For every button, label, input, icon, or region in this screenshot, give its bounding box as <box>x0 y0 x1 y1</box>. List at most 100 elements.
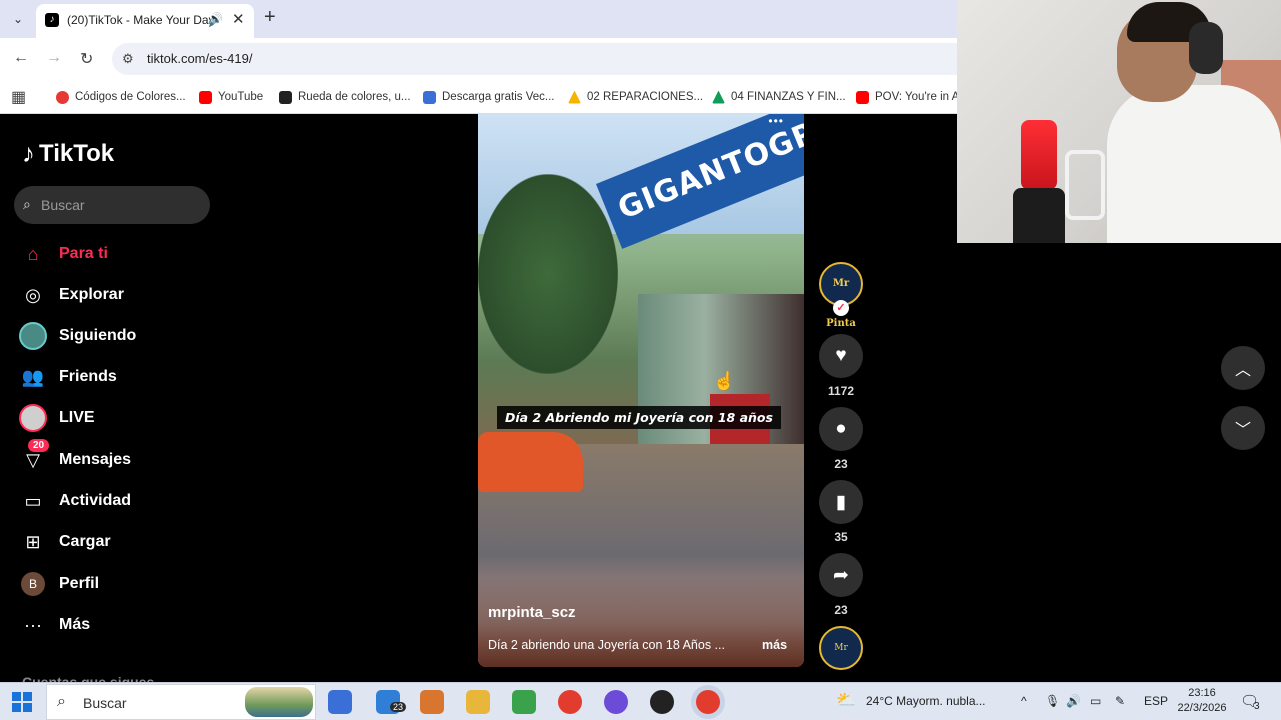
nav-item-friends[interactable]: 👥 Friends <box>18 362 117 392</box>
bookmark-label: Rueda de colores, u... <box>298 91 411 103</box>
youtube-icon <box>199 90 212 104</box>
nav-label: Perfil <box>59 575 100 592</box>
media-player-icon[interactable] <box>420 690 444 714</box>
activity-icon: ▭ <box>24 490 42 511</box>
chat-app-icon[interactable] <box>604 690 628 714</box>
previous-video-button[interactable]: ︿ <box>1221 346 1265 390</box>
bookmarks-bar: ▦ Códigos de Colores... YouTube Rueda de… <box>0 80 959 114</box>
nav-label: Mensajes <box>59 451 132 468</box>
screen: ⌄ ♪ (20)TikTok - Make Your Day 🔊 ✕ + ← →… <box>0 0 1281 720</box>
reload-icon[interactable]: ↻ <box>80 49 93 69</box>
obs-icon[interactable] <box>650 690 674 714</box>
mail-icon[interactable]: 23 <box>376 690 407 714</box>
bookmark-item[interactable]: YouTube <box>199 87 263 107</box>
following-check-icon[interactable]: ✓ <box>833 300 849 316</box>
search-highlight-image[interactable] <box>245 687 313 717</box>
forward-arrow-icon[interactable]: → <box>46 49 62 67</box>
nav-label: Más <box>59 616 91 633</box>
nav-item-mensajes[interactable]: ▽ 20 Mensajes <box>18 439 132 475</box>
video-options-icon[interactable]: ••• <box>768 114 784 128</box>
logo-text: TikTok <box>39 139 115 167</box>
video-frame-motorbike <box>478 432 583 492</box>
pen-icon[interactable]: ✎ <box>1115 694 1125 708</box>
heart-icon: ♥ <box>835 345 847 366</box>
chevron-up-icon: ︿ <box>1234 362 1251 379</box>
video-actions: Mr Pinta ✓ ♥ 1172 ● 23 ▮ 35 ➦ 23 Mr Pint… <box>818 114 864 693</box>
bookmark-label: Descarga gratis Vec... <box>442 91 555 103</box>
description-more-link[interactable]: más <box>762 638 787 652</box>
tray-chevron-icon[interactable]: ^ <box>1021 694 1027 708</box>
store-icon[interactable] <box>328 690 352 714</box>
bookmark-label: 04 FINANZAS Y FIN... <box>731 91 846 103</box>
clock-time: 23:16 <box>1188 687 1216 699</box>
video-caption-overlay: Día 2 Abriendo mi Joyería con 18 años <box>497 406 781 429</box>
next-video-button[interactable]: ﹀ <box>1221 406 1265 450</box>
music-disc[interactable]: Mr Pinta <box>819 626 863 693</box>
bookmark-label: 02 REPARACIONES... <box>587 91 704 103</box>
nav-item-explorar[interactable]: ◎ Explorar <box>18 280 124 310</box>
back-arrow-icon[interactable]: ← <box>13 49 29 67</box>
apps-grid-icon[interactable]: ▦ <box>11 87 26 107</box>
tiktok-note-icon: ♪ <box>22 138 35 168</box>
video-player[interactable]: GIGANTOGRAFÍA ••• Día 2 Abriendo mi Joye… <box>478 114 804 667</box>
tiktok-logo[interactable]: ♪ TikTok <box>22 138 114 169</box>
bookmark-item[interactable]: POV: You're in A <box>856 87 959 107</box>
video-author[interactable]: mrpinta_scz <box>488 604 576 621</box>
nav-item-live[interactable]: LIVE <box>18 403 95 433</box>
file-explorer-icon[interactable] <box>466 690 490 714</box>
share-button[interactable]: ➦ <box>819 553 863 597</box>
nav-label: Siguiendo <box>59 327 137 344</box>
drive-icon <box>568 90 581 104</box>
more-icon: ··· <box>24 614 42 635</box>
home-icon: ⌂ <box>27 243 39 264</box>
new-tab-button[interactable]: + <box>264 6 276 29</box>
volume-icon[interactable]: 🔊 <box>1066 694 1081 708</box>
nav-item-perfil[interactable]: B Perfil <box>18 569 99 599</box>
nav-item-mas[interactable]: ··· Más <box>18 610 90 640</box>
nav-item-actividad[interactable]: ▭ Actividad <box>18 486 131 516</box>
search-box[interactable]: ⌕ <box>14 186 210 224</box>
search-icon[interactable]: ⌕ <box>23 196 31 213</box>
tiktok-page: ♪ TikTok ⌕ ⌂ Para ti ◎ Explorar Siguiend… <box>0 114 957 693</box>
nav-item-siguiendo[interactable]: Siguiendo <box>18 321 136 351</box>
hand-cursor-icon: ☝ <box>713 371 736 391</box>
bookmark-item[interactable]: 02 REPARACIONES... <box>568 87 703 107</box>
like-button[interactable]: ♥ <box>819 334 863 378</box>
weather-icon[interactable]: ⛅ <box>836 690 856 710</box>
close-tab-icon[interactable]: ✕ <box>232 10 245 28</box>
bookmark-item[interactable]: Códigos de Colores... <box>56 87 186 107</box>
clock[interactable]: 23:16 22/3/2026 <box>1172 686 1232 716</box>
taskbar-search-box[interactable]: ⌕ Buscar <box>46 684 316 720</box>
speaker-icon[interactable]: 🔊 <box>208 12 223 26</box>
comment-button[interactable]: ● <box>819 407 863 451</box>
nav-item-cargar[interactable]: ⊞ Cargar <box>18 527 110 557</box>
chrome-active-icon[interactable] <box>696 690 720 714</box>
chrome-icon[interactable] <box>558 690 582 714</box>
bookmark-item[interactable]: Rueda de colores, u... <box>279 87 411 107</box>
address-bar[interactable]: ⚙ tiktok.com/es-419/ <box>112 43 957 75</box>
sticky-app-icon[interactable] <box>512 690 536 714</box>
search-input[interactable] <box>41 197 201 213</box>
live-icon <box>18 403 48 433</box>
tab-search-button[interactable]: ⌄ <box>8 9 28 29</box>
url-text[interactable]: tiktok.com/es-419/ <box>147 51 253 66</box>
bookmark-item[interactable]: 04 FINANZAS Y FIN... <box>712 87 846 107</box>
mic-icon[interactable]: 🎙 <box>1045 694 1060 708</box>
bookmark-icon: ▮ <box>835 491 847 513</box>
taskbar-search-text: Buscar <box>83 695 127 711</box>
network-icon[interactable]: ▭ <box>1090 694 1101 708</box>
nav-item-para-ti[interactable]: ⌂ Para ti <box>18 239 108 269</box>
notification-count: 3 <box>1254 701 1260 712</box>
browser-tab-tiktok[interactable]: ♪ (20)TikTok - Make Your Day 🔊 ✕ <box>36 4 254 38</box>
windows-start-icon[interactable] <box>12 692 32 712</box>
weather-text[interactable]: 24°C Mayorm. nubla... <box>866 694 986 708</box>
bookmark-item[interactable]: Descarga gratis Vec... <box>423 87 555 107</box>
messages-icon: ▽ 20 <box>18 439 50 475</box>
compass-icon: ◎ <box>25 284 41 305</box>
site-settings-icon[interactable]: ⚙ <box>122 51 134 67</box>
mail-badge: 23 <box>390 702 407 712</box>
save-button[interactable]: ▮ <box>819 480 863 524</box>
nav-label: Actividad <box>59 492 132 509</box>
chevron-down-icon: ﹀ <box>1234 422 1251 439</box>
language-indicator[interactable]: ESP <box>1144 694 1168 708</box>
